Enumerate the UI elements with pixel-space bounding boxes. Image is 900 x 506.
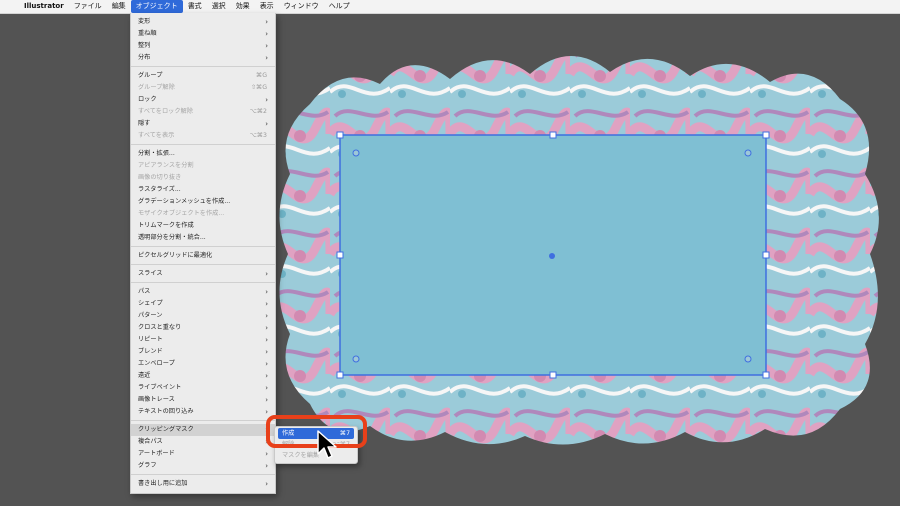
menu-item-image-trace[interactable]: 画像トレース ›: [131, 394, 275, 406]
menu-item-blend[interactable]: ブレンド ›: [131, 346, 275, 358]
menu-item-repeat[interactable]: リピート ›: [131, 334, 275, 346]
menu-edit[interactable]: 編集: [107, 0, 131, 13]
menu-view[interactable]: 表示: [255, 0, 279, 13]
menu-separator: [131, 144, 275, 145]
chevron-right-icon: ›: [265, 312, 268, 320]
menu-item-hide[interactable]: 隠す ›: [131, 118, 275, 130]
menu-item-export-for-screens[interactable]: 書き出し用に追加 ›: [131, 478, 275, 490]
menu-item-trim-marks[interactable]: トリムマークを作成: [131, 220, 275, 232]
menu-item-object-mosaic[interactable]: モザイクオブジェクトを作成...: [131, 208, 275, 220]
chevron-right-icon: ›: [265, 120, 268, 128]
menu-item-clipping-mask[interactable]: クリッピングマスク ›: [131, 424, 275, 436]
chevron-right-icon: ›: [265, 348, 268, 356]
menu-type[interactable]: 書式: [183, 0, 207, 13]
chevron-right-icon: ›: [265, 30, 268, 38]
chevron-right-icon: ›: [265, 54, 268, 62]
cursor-arrow-icon: [317, 430, 337, 459]
menu-item-pixel-perfect[interactable]: ピクセルグリッドに最適化: [131, 250, 275, 262]
chevron-right-icon: ›: [265, 270, 268, 278]
menu-item-pattern[interactable]: パターン ›: [131, 310, 275, 322]
menu-item-graph[interactable]: グラフ ›: [131, 460, 275, 472]
menu-item-slice[interactable]: スライス ›: [131, 268, 275, 280]
menu-item-expand-appearance[interactable]: アピアランスを分割: [131, 160, 275, 172]
chevron-right-icon: ›: [265, 324, 268, 332]
menu-item-envelope-distort[interactable]: エンベロープ ›: [131, 358, 275, 370]
menu-item-arrange[interactable]: 重ね順 ›: [131, 28, 275, 40]
chevron-right-icon: ›: [265, 372, 268, 380]
menu-item-gradient-mesh[interactable]: グラデーションメッシュを作成...: [131, 196, 275, 208]
chevron-right-icon: ›: [265, 18, 268, 26]
menu-item-align[interactable]: 整列 ›: [131, 40, 275, 52]
menu-file[interactable]: ファイル: [69, 0, 107, 13]
menu-separator: [131, 474, 275, 475]
menu-item-shape[interactable]: シェイプ ›: [131, 298, 275, 310]
chevron-right-icon: ›: [265, 462, 268, 470]
menu-select[interactable]: 選択: [207, 0, 231, 13]
menu-separator: [131, 264, 275, 265]
menu-item-rasterize[interactable]: ラスタライズ...: [131, 184, 275, 196]
menu-effect[interactable]: 効果: [231, 0, 255, 13]
menu-item-unlock-all[interactable]: すべてをロック解除 ⌥⌘2: [131, 106, 275, 118]
chevron-right-icon: ›: [265, 360, 268, 368]
object-menu: 変形 › 重ね順 › 整列 › 分布 › グループ ⌘G グループ解除 ⇧⌘G ロック › す…: [130, 13, 276, 494]
menu-window[interactable]: ウィンドウ: [279, 0, 324, 13]
chevron-right-icon: ›: [265, 396, 268, 404]
menu-object[interactable]: オブジェクト: [130, 0, 183, 13]
menu-separator: [131, 420, 275, 421]
chevron-right-icon: ›: [265, 408, 268, 416]
chevron-right-icon: ›: [265, 450, 268, 458]
menu-item-path[interactable]: パス ›: [131, 286, 275, 298]
chevron-right-icon: ›: [265, 42, 268, 50]
menu-item-lock[interactable]: ロック ›: [131, 94, 275, 106]
menu-item-artboards[interactable]: アートボード ›: [131, 448, 275, 460]
menu-item-text-wrap[interactable]: テキストの回り込み ›: [131, 406, 275, 418]
menu-item-transform[interactable]: 変形 ›: [131, 16, 275, 28]
menu-item-compound-path[interactable]: 複合パス ›: [131, 436, 275, 448]
chevron-right-icon: ›: [265, 96, 268, 104]
chevron-right-icon: ›: [265, 384, 268, 392]
menu-bar: Illustrator ファイル 編集 オブジェクト 書式 選択 効果 表示 ウ…: [0, 0, 900, 14]
menu-item-live-paint[interactable]: ライブペイント ›: [131, 382, 275, 394]
menu-item-ungroup[interactable]: グループ解除 ⇧⌘G: [131, 82, 275, 94]
menu-item-expand[interactable]: 分割・拡張...: [131, 148, 275, 160]
menu-item-group[interactable]: グループ ⌘G: [131, 70, 275, 82]
menu-item-perspective[interactable]: 遠近 ›: [131, 370, 275, 382]
menu-item-flatten-transparency[interactable]: 透明部分を分割・統合...: [131, 232, 275, 244]
menu-item-distribute[interactable]: 分布 ›: [131, 52, 275, 64]
menu-app-name[interactable]: Illustrator: [19, 0, 69, 13]
chevron-right-icon: ›: [265, 480, 268, 488]
menu-help[interactable]: ヘルプ: [324, 0, 355, 13]
menu-separator: [131, 246, 275, 247]
chevron-right-icon: ›: [265, 336, 268, 344]
menu-separator: [131, 66, 275, 67]
menu-item-crop-image[interactable]: 画像の切り抜き: [131, 172, 275, 184]
menu-item-intertwine[interactable]: クロスと重なり ›: [131, 322, 275, 334]
menu-separator: [131, 282, 275, 283]
chevron-right-icon: ›: [265, 288, 268, 296]
chevron-right-icon: ›: [265, 300, 268, 308]
menu-item-show-all[interactable]: すべてを表示 ⌥⌘3: [131, 130, 275, 142]
